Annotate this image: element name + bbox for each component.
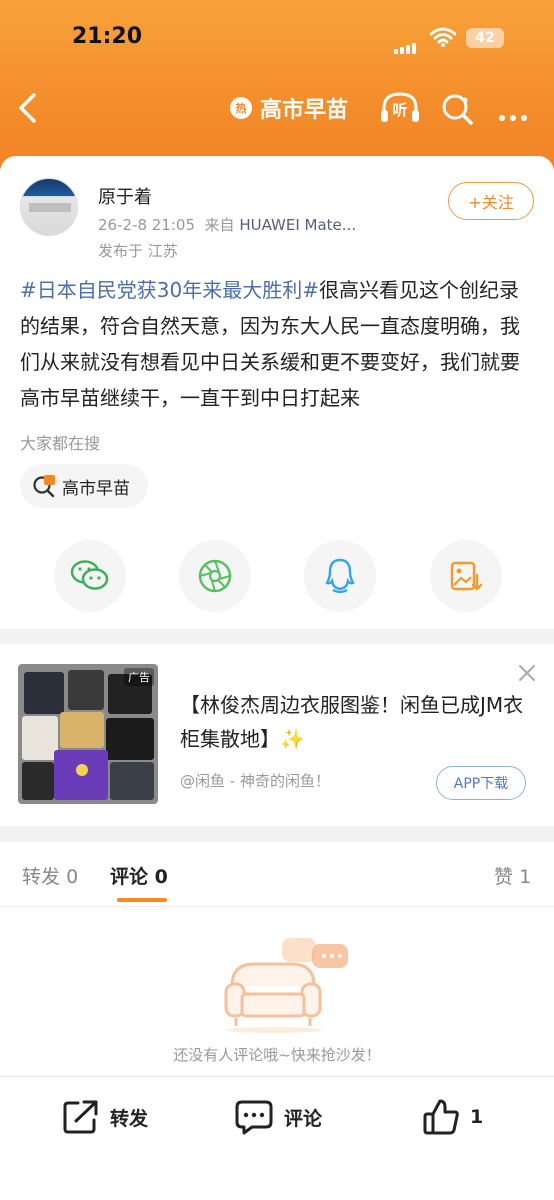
qq-icon xyxy=(325,558,355,594)
tab-reposts-label: 转发 xyxy=(22,866,61,888)
bottom-action-bar: 转发 评论 1 xyxy=(0,1076,554,1200)
avatar[interactable] xyxy=(20,178,78,236)
hot-search-label: 大家都在搜 xyxy=(20,434,101,453)
nav-title: 高市早苗 xyxy=(260,98,349,123)
repost-label: 转发 xyxy=(110,1107,149,1130)
save-image-icon xyxy=(450,561,483,591)
more-options-icon[interactable] xyxy=(499,106,532,125)
post-meta: 26-2-8 21:05 来自 HUAWEI Mate... xyxy=(98,214,356,235)
post-location: 发布于 江苏 xyxy=(98,242,178,260)
close-icon[interactable] xyxy=(518,664,536,682)
app-download-button[interactable]: APP下载 xyxy=(436,766,526,800)
wifi-icon xyxy=(430,27,456,47)
comments-section: 转发 0 评论 0 赞 1 还没有人评论哦~快来抢沙发！ xyxy=(0,842,554,1076)
device-source[interactable]: HUAWEI Mate... xyxy=(239,216,356,234)
ad-source: @闲鱼 - 神奇的闲鱼！ xyxy=(180,772,330,790)
share-qq-button[interactable] xyxy=(304,540,376,612)
post-date: 26-2-8 21:05 xyxy=(98,216,195,234)
like-count: 1 xyxy=(470,1106,484,1128)
tab-likes-label: 赞 xyxy=(494,866,514,888)
thumbs-up-icon xyxy=(423,1099,459,1135)
empty-sofa-icon xyxy=(224,938,348,1033)
save-image-button[interactable] xyxy=(430,540,502,612)
hot-search-icon xyxy=(33,475,55,498)
author-name[interactable]: 原于着 xyxy=(98,183,152,209)
back-arrow-icon[interactable] xyxy=(16,92,40,124)
nav-topic[interactable]: 热 高市早苗 xyxy=(230,91,348,125)
repost-button[interactable]: 转发 xyxy=(62,1097,148,1137)
status-time: 21:20 xyxy=(72,24,143,49)
follow-button[interactable]: +关注 xyxy=(448,182,534,220)
listen-label: 听 xyxy=(392,101,408,119)
tab-comments-label: 评论 xyxy=(110,866,149,888)
source-prefix: 来自 xyxy=(204,216,235,234)
post-card: 原于着 26-2-8 21:05 来自 HUAWEI Mate... 发布于 江… xyxy=(0,156,554,629)
empty-comments-text: 还没有人评论哦~快来抢沙发！ xyxy=(173,1046,381,1064)
post-content: #日本自民党获30年来最大胜利#很高兴看见这个创纪录的结果，符合自然天意，因为东… xyxy=(20,272,534,416)
hot-search-chip-label: 高市早苗 xyxy=(62,478,130,499)
listen-button[interactable]: 听 xyxy=(380,90,420,126)
status-bar: 21:20 42 xyxy=(0,22,554,56)
active-tab-indicator xyxy=(117,898,167,902)
share-wechat-button[interactable] xyxy=(54,540,126,612)
comment-label: 评论 xyxy=(284,1107,323,1130)
tab-reposts-count: 0 xyxy=(66,866,79,888)
share-icon xyxy=(63,1100,98,1134)
cellular-signal-icon xyxy=(394,35,418,54)
wechat-icon xyxy=(70,560,109,590)
tab-likes[interactable]: 赞 1 xyxy=(494,862,531,889)
moments-icon xyxy=(198,559,232,593)
ad-tag: 广告 xyxy=(124,668,154,686)
tab-comments-count: 0 xyxy=(154,866,168,888)
tabs-divider xyxy=(0,906,554,907)
post-hashtag[interactable]: #日本自民党获30年来最大胜利# xyxy=(20,278,319,302)
tab-comments[interactable]: 评论 0 xyxy=(110,862,168,889)
ad-thumbnail[interactable]: 广告 xyxy=(18,664,158,804)
ad-card[interactable]: 广告 【林俊杰周边衣服图鉴！闲鱼已成JM衣柜集散地】✨ @闲鱼 - 神奇的闲鱼！… xyxy=(0,644,554,826)
battery-indicator: 42 xyxy=(466,28,504,48)
search-icon[interactable] xyxy=(440,92,474,126)
hot-badge-icon: 热 xyxy=(230,97,252,119)
tab-reposts[interactable]: 转发 0 xyxy=(22,862,78,889)
nav-bar: 热 高市早苗 听 xyxy=(0,88,554,128)
tab-likes-count: 1 xyxy=(519,866,532,888)
share-moments-button[interactable] xyxy=(179,540,251,612)
hot-search-chip[interactable]: 高市早苗 xyxy=(20,464,148,508)
ad-title[interactable]: 【林俊杰周边衣服图鉴！闲鱼已成JM衣柜集散地】✨ xyxy=(180,688,530,756)
comment-icon xyxy=(235,1100,273,1135)
comment-button[interactable]: 评论 xyxy=(234,1097,322,1137)
like-button[interactable]: 1 xyxy=(422,1097,483,1137)
